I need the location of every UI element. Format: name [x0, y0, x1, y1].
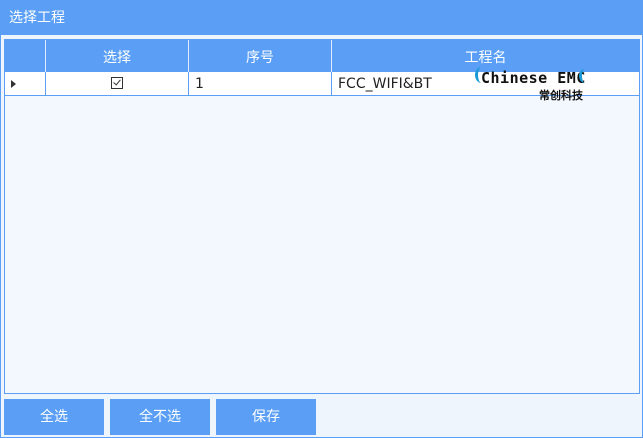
row-index: 1 [189, 72, 332, 96]
header-index[interactable]: 序号 [189, 40, 332, 72]
logo-arc-icon [579, 69, 591, 83]
row-indicator[interactable] [5, 72, 46, 96]
watermark-logo: Chinese EMC 常创科技 [471, 57, 601, 107]
header-select[interactable]: 选择 [46, 40, 189, 72]
row-pointer-icon [11, 80, 16, 88]
logo-text-en: Chinese EMC [481, 69, 586, 87]
select-none-button[interactable]: 全不选 [110, 399, 210, 435]
save-button[interactable]: 保存 [216, 399, 316, 435]
logo-text-cn: 常创科技 [539, 89, 583, 102]
select-project-window: 选择工程 选择 序号 工程名 1 FCC_WIFI&BT Chinese EMC… [0, 0, 643, 438]
select-all-button[interactable]: 全选 [4, 399, 104, 435]
header-row-indicator [5, 40, 46, 72]
window-title: 选择工程 [1, 1, 642, 35]
row-select-cell[interactable] [46, 72, 189, 96]
row-checkbox[interactable] [111, 77, 123, 89]
